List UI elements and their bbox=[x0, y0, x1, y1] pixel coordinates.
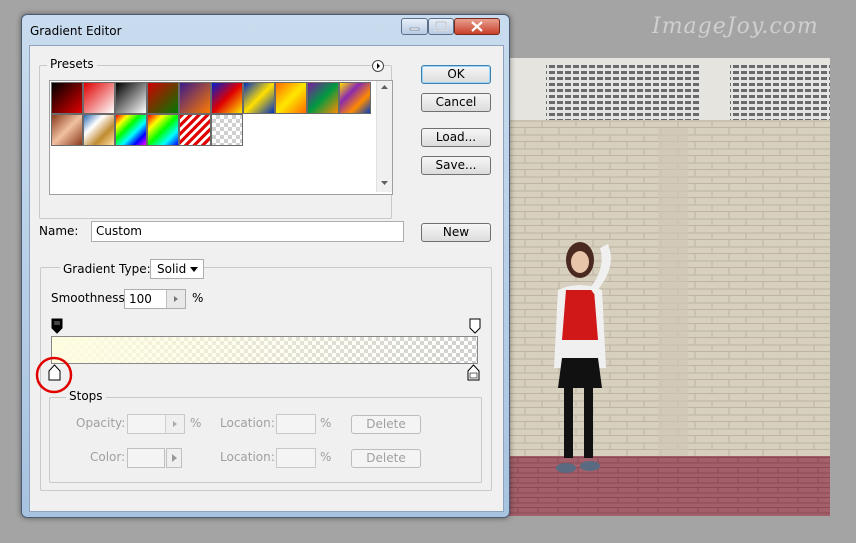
color-stop-end[interactable] bbox=[467, 364, 480, 382]
window-title: Gradient Editor bbox=[30, 24, 122, 38]
preset-swatch-foreground-to-transparent[interactable] bbox=[83, 82, 115, 114]
presets-label: Presets bbox=[47, 57, 97, 71]
presets-scrollbar[interactable] bbox=[376, 81, 392, 192]
presets-list bbox=[49, 80, 393, 195]
preset-swatch-violet-green-orange[interactable] bbox=[307, 82, 339, 114]
gradient-editor-window: Gradient Editor Presets OK Cancel Load..… bbox=[21, 14, 510, 518]
scroll-arrows-icon bbox=[381, 85, 388, 185]
opacity-stop-start[interactable] bbox=[51, 318, 63, 334]
chevron-down-icon bbox=[190, 267, 198, 272]
color-label: Color: bbox=[90, 450, 126, 464]
presets-menu-button[interactable] bbox=[372, 60, 384, 72]
watermark: ImageJoy.com bbox=[652, 14, 819, 39]
load-button[interactable]: Load... bbox=[421, 128, 491, 147]
smoothness-unit: % bbox=[192, 291, 204, 305]
name-input[interactable]: Custom bbox=[91, 221, 404, 242]
color-swatch[interactable] bbox=[127, 448, 165, 468]
opacity-input[interactable] bbox=[127, 414, 185, 434]
preset-swatch-blue-red-yellow[interactable] bbox=[211, 82, 243, 114]
gradient-bar[interactable] bbox=[51, 336, 478, 364]
color-stop-start[interactable] bbox=[48, 364, 61, 382]
preset-swatch-transparent-rainbow[interactable] bbox=[147, 114, 179, 146]
arrow-right-icon bbox=[173, 421, 177, 427]
arrow-right-icon bbox=[377, 63, 380, 69]
gradient-type-select[interactable]: Solid bbox=[150, 259, 204, 279]
close-button[interactable] bbox=[454, 18, 500, 35]
opacity-unit: % bbox=[190, 416, 202, 430]
gradient-type-value: Solid bbox=[157, 262, 187, 276]
save-button[interactable]: Save... bbox=[421, 156, 491, 175]
color-location-label: Location: bbox=[220, 450, 275, 464]
background-photo bbox=[508, 58, 830, 516]
minimize-button[interactable] bbox=[401, 18, 428, 35]
preset-swatch-copper[interactable] bbox=[51, 114, 83, 146]
preset-swatch-blue-yellow-blue[interactable] bbox=[243, 82, 275, 114]
preset-swatch-chrome[interactable] bbox=[83, 114, 115, 146]
opacity-stop-end[interactable] bbox=[469, 318, 481, 334]
swatch-grid bbox=[51, 82, 375, 192]
opacity-slider-button[interactable] bbox=[165, 415, 184, 433]
smoothness-label: Smoothness: bbox=[51, 291, 129, 305]
delete-color-stop-button[interactable]: Delete bbox=[351, 449, 421, 468]
gradient-type-label: Gradient Type: bbox=[60, 262, 154, 276]
preset-swatch-violet-orange[interactable] bbox=[179, 82, 211, 114]
gradient-preview bbox=[52, 337, 477, 363]
delete-opacity-stop-button[interactable]: Delete bbox=[351, 415, 421, 434]
smoothness-input[interactable]: 100 bbox=[124, 289, 186, 309]
maximize-icon bbox=[435, 21, 447, 31]
ok-button[interactable]: OK bbox=[421, 65, 491, 84]
color-menu-button[interactable] bbox=[166, 448, 182, 468]
smoothness-slider-button[interactable] bbox=[166, 290, 185, 308]
color-location-input[interactable] bbox=[276, 448, 316, 468]
maximize-button[interactable] bbox=[428, 18, 454, 35]
preset-swatch-transparent-stripes[interactable] bbox=[179, 114, 211, 146]
stops-group bbox=[49, 397, 482, 483]
preset-swatch-black-white[interactable] bbox=[115, 82, 147, 114]
preset-swatch-neutral-density[interactable] bbox=[211, 114, 243, 146]
dialog-body: Presets OK Cancel Load... Save... Name: … bbox=[29, 45, 504, 512]
name-label: Name: bbox=[39, 224, 79, 238]
arrow-right-icon bbox=[174, 296, 178, 302]
photo-scene bbox=[508, 58, 830, 516]
preset-swatch-spectrum[interactable] bbox=[115, 114, 147, 146]
preset-swatch-red-green[interactable] bbox=[147, 82, 179, 114]
preset-swatch-foreground-to-background[interactable] bbox=[51, 82, 83, 114]
arrow-right-icon bbox=[172, 454, 177, 462]
new-button[interactable]: New bbox=[421, 223, 491, 242]
preset-swatch-orange-yellow-orange[interactable] bbox=[275, 82, 307, 114]
stops-label: Stops bbox=[66, 389, 106, 403]
opacity-label: Opacity: bbox=[76, 416, 126, 430]
preset-swatch-yellow-violet-orange-blue[interactable] bbox=[339, 82, 371, 114]
smoothness-value: 100 bbox=[129, 292, 152, 306]
close-icon bbox=[471, 21, 483, 32]
opacity-location-unit: % bbox=[320, 416, 332, 430]
opacity-location-input[interactable] bbox=[276, 414, 316, 434]
cancel-button[interactable]: Cancel bbox=[421, 93, 491, 112]
color-location-unit: % bbox=[320, 450, 332, 464]
opacity-location-label: Location: bbox=[220, 416, 275, 430]
minimize-icon bbox=[409, 27, 420, 31]
